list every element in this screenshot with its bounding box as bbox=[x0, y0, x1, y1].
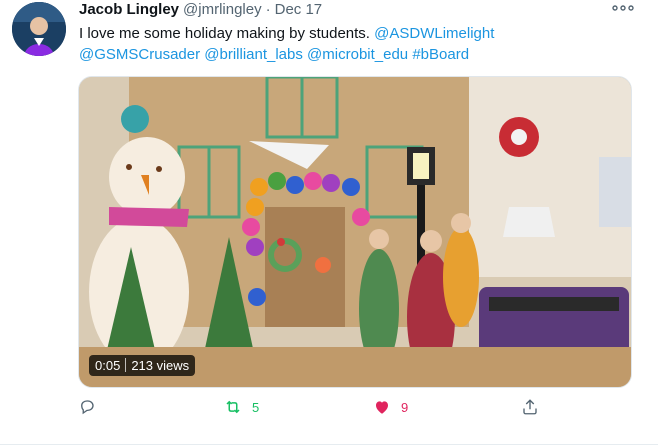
tweet-actions: 5 9 bbox=[0, 396, 658, 422]
tweet-date[interactable]: Dec 17 bbox=[275, 1, 323, 18]
mention-link[interactable]: @ASDWLimelight bbox=[374, 25, 494, 42]
tweet-text: I love me some holiday making by student… bbox=[79, 23, 639, 65]
share-icon bbox=[523, 399, 537, 415]
mention-link[interactable]: @brilliant_labs bbox=[204, 46, 303, 63]
more-icon[interactable] bbox=[612, 0, 634, 18]
user-handle[interactable]: @jmrlingley bbox=[183, 1, 262, 18]
video-stats-badge: 0:05 213 views bbox=[89, 355, 196, 376]
display-name[interactable]: Jacob Lingley bbox=[79, 1, 179, 18]
retweet-button[interactable]: 5 bbox=[224, 398, 259, 416]
more-dots bbox=[612, 5, 634, 11]
video-player[interactable]: 0:05 213 views bbox=[78, 76, 632, 388]
tweet-header: Jacob Lingley @jmrlingley · Dec 17 bbox=[79, 1, 322, 19]
mention-link[interactable]: @microbit_edu bbox=[307, 46, 408, 63]
tweet-text-intro: I love me some holiday making by student… bbox=[79, 25, 370, 42]
video-thumbnail bbox=[79, 77, 631, 387]
tweet[interactable]: Jacob Lingley @jmrlingley · Dec 17 I love m… bbox=[0, 0, 658, 445]
video-duration: 0:05 bbox=[95, 358, 121, 373]
heart-icon bbox=[376, 401, 388, 414]
reply-button[interactable] bbox=[78, 398, 96, 416]
badge-divider bbox=[125, 358, 127, 372]
avatar-image bbox=[12, 2, 66, 56]
reply-icon bbox=[81, 400, 94, 415]
share-button[interactable] bbox=[521, 398, 539, 416]
retweet-count: 5 bbox=[252, 399, 260, 415]
separator-dot: · bbox=[265, 1, 271, 18]
hashtag-link[interactable]: #bBoard bbox=[412, 46, 469, 63]
like-count: 9 bbox=[401, 399, 409, 415]
like-button[interactable]: 9 bbox=[373, 398, 408, 416]
avatar[interactable] bbox=[12, 2, 66, 56]
video-views: 213 views bbox=[131, 358, 190, 373]
retweet-icon bbox=[226, 400, 240, 414]
mention-link[interactable]: @GSMSCrusader bbox=[79, 46, 200, 63]
